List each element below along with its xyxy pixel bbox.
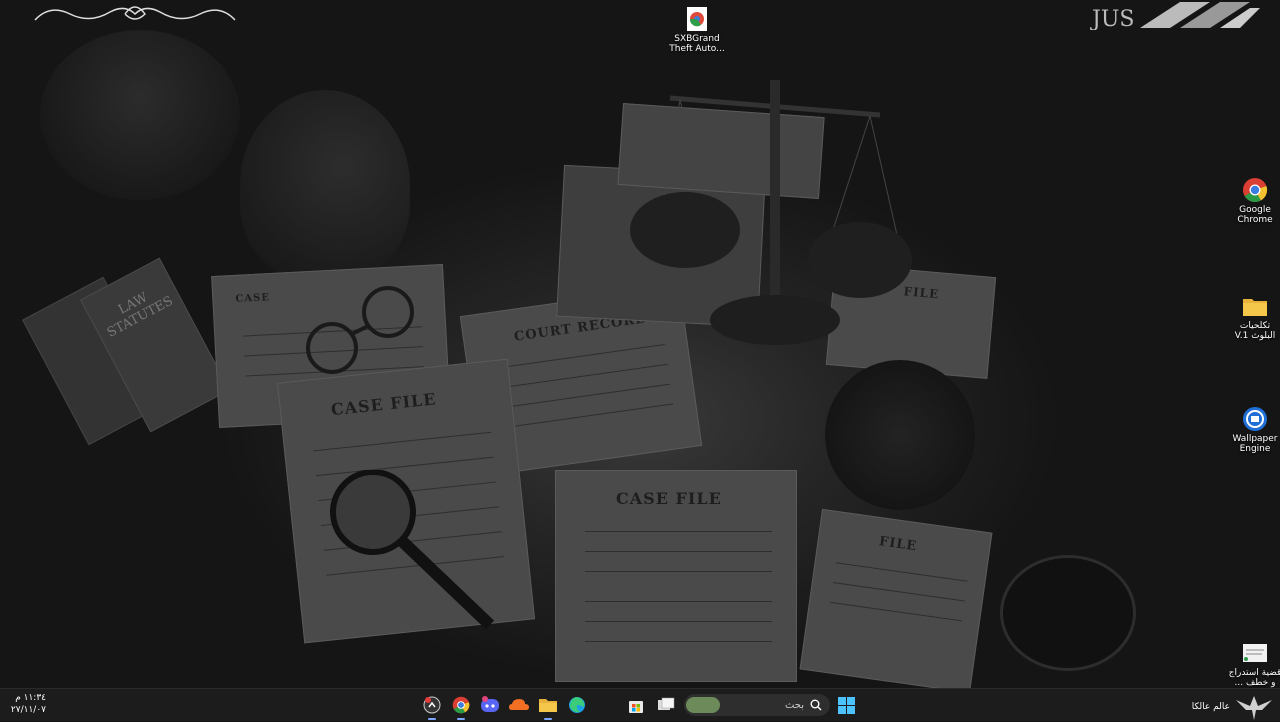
- clock-time: ١١:٣٤ م: [15, 693, 46, 703]
- magnifier-decoration: [330, 470, 495, 630]
- search-highlight-image: [686, 697, 720, 713]
- cup-decoration: [1000, 555, 1136, 671]
- hat-decoration: [240, 90, 410, 280]
- taskbar-task-view[interactable]: [654, 693, 678, 717]
- chrome-shortcut-icon: [684, 6, 710, 32]
- taskbar-search[interactable]: بحث: [684, 694, 830, 716]
- windows-logo-icon: [837, 696, 855, 714]
- lamp-decoration: [40, 30, 240, 200]
- profile-label: عالم عالكا: [1191, 702, 1230, 712]
- svg-text:JUS: JUS: [1090, 7, 1134, 30]
- document-icon: [1242, 640, 1268, 666]
- task-view-icon: [658, 697, 675, 710]
- clock-date: ٢٧/١١/٠٧: [10, 705, 46, 715]
- red-app-icon: [423, 696, 441, 714]
- start-button[interactable]: [834, 693, 858, 717]
- system-clock[interactable]: ١١:٣٤ م ٢٧/١١/٠٧: [10, 692, 46, 716]
- desktop-icon-label: قضية استدراج ... و خطف: [1228, 668, 1280, 688]
- search-placeholder: بحث: [784, 699, 804, 711]
- glasses-decoration: [306, 286, 414, 374]
- desktop-icon-document[interactable]: قضية استدراج ... و خطف: [1225, 640, 1280, 688]
- edge-icon: [569, 697, 585, 713]
- desktop-icon-sxb-gta[interactable]: SXBGrand Theft Auto...: [667, 6, 727, 54]
- desktop-wallpaper: JUS LAW STATUTES CASE COURT RECORD CASE …: [0, 0, 1280, 688]
- ornament-decoration: [34, 6, 236, 21]
- soundcloud-icon: [509, 699, 529, 710]
- taskbar-app-soundcloud[interactable]: [507, 693, 531, 717]
- folder-icon: [1242, 293, 1268, 319]
- wallpaper-engine-icon: [1242, 406, 1268, 432]
- discord-icon: [481, 696, 499, 712]
- paper-case-file-2: CASE FILE: [555, 470, 797, 682]
- eagle-icon: [1236, 696, 1272, 720]
- desktop-icon-label: Google Chrome: [1237, 205, 1273, 225]
- desktop-icon-label: تكلحيات V.1 البلوث: [1234, 321, 1276, 341]
- desktop-icon-label: Wallpaper Engine: [1232, 434, 1278, 454]
- taskbar-app-edge[interactable]: [565, 693, 589, 717]
- widgets-profile[interactable]: عالم عالكا: [1192, 692, 1274, 722]
- taskbar-app-discord[interactable]: [478, 693, 502, 717]
- store-icon: [629, 701, 643, 713]
- taskbar-app-file-explorer[interactable]: [536, 693, 560, 720]
- corner-logo: JUS: [1090, 2, 1260, 30]
- chrome-icon: [452, 696, 470, 714]
- folder-icon: [539, 699, 557, 712]
- taskbar-app-red-circle[interactable]: [420, 693, 444, 720]
- scales-decoration: [630, 80, 912, 345]
- paper-file-right: FILE: [799, 508, 993, 688]
- desktop-icon-wallpaper-engine[interactable]: Wallpaper Engine: [1225, 406, 1280, 454]
- gavel-decoration: [825, 360, 975, 510]
- desktop-icon-folder[interactable]: تكلحيات V.1 البلوث: [1225, 293, 1280, 341]
- desktop-icon-google-chrome[interactable]: Google Chrome: [1225, 177, 1280, 225]
- taskbar-app-chrome[interactable]: [449, 693, 473, 720]
- desktop-icon-label: SXBGrand Theft Auto...: [669, 34, 725, 54]
- taskbar: ١١:٣٤ م ٢٧/١١/٠٧ بحث عالم عالكا: [0, 688, 1280, 721]
- chrome-icon: [1242, 177, 1268, 203]
- search-icon: [810, 699, 822, 711]
- taskbar-app-store[interactable]: [624, 693, 648, 717]
